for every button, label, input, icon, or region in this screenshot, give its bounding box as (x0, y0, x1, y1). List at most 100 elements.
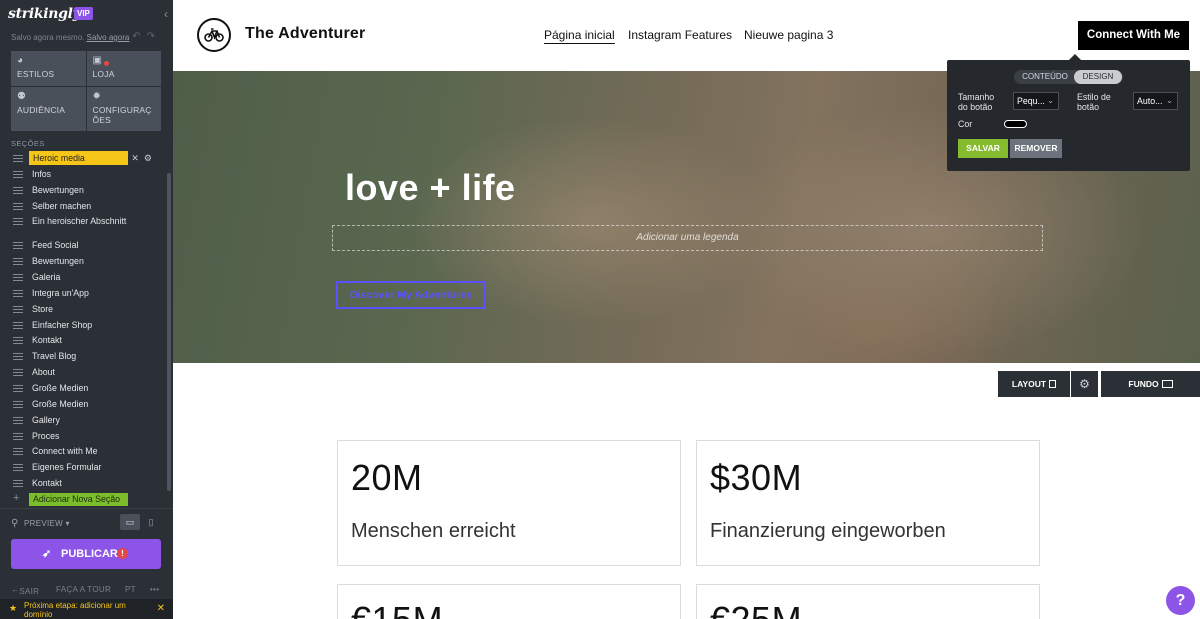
section-item[interactable]: Travel Blog (0, 349, 166, 365)
site-title[interactable]: The Adventurer (245, 25, 365, 43)
section-list-scrollbar[interactable] (167, 173, 171, 491)
settings-button[interactable]: ✹ CONFIGURAÇ ÕES (86, 86, 161, 131)
section-item[interactable]: Infos (0, 167, 166, 183)
nav-instagram-features[interactable]: Instagram Features (628, 28, 732, 42)
section-item[interactable]: Gallery (0, 413, 166, 429)
star-icon: ★ (9, 603, 18, 613)
section-item[interactable]: Ein heroischer Abschnitt (0, 214, 166, 238)
section-item[interactable]: Store (0, 302, 166, 318)
drag-handle-icon[interactable] (13, 202, 23, 210)
save-button[interactable]: SALVAR (958, 139, 1008, 158)
hero-title[interactable]: love + life (345, 167, 516, 209)
tab-design[interactable]: DESIGN (1074, 70, 1122, 84)
collapse-sidebar-icon[interactable]: ‹ (164, 7, 168, 21)
section-item[interactable]: Große Medien (0, 381, 166, 397)
layout-button[interactable]: LAYOUT (998, 371, 1070, 397)
drag-handle-icon[interactable] (13, 480, 23, 488)
drag-handle-icon[interactable] (13, 170, 23, 178)
nav-home[interactable]: Página inicial (544, 28, 615, 44)
drag-handle-icon[interactable] (13, 321, 23, 329)
stat-card[interactable]: €15M (337, 584, 681, 619)
layout-label: LAYOUT (1011, 379, 1047, 389)
drag-handle-icon[interactable] (13, 448, 23, 456)
drag-handle-icon[interactable] (13, 274, 23, 282)
add-section-button[interactable]: + Adicionar Nova Seção (0, 492, 166, 506)
drag-handle-icon[interactable] (13, 305, 23, 313)
delete-section-icon[interactable]: ✕ (131, 153, 144, 163)
tab-content[interactable]: CONTEÚDO (1016, 70, 1074, 84)
section-item[interactable]: Feed Social (0, 238, 166, 254)
drag-handle-icon[interactable] (13, 337, 23, 345)
drag-handle-icon[interactable] (13, 186, 23, 194)
next-step-banner[interactable]: ★ Próxima etapa: adicionar um domínio ✕ (0, 599, 173, 619)
button-style-select[interactable]: Auto... ⌄ (1133, 92, 1178, 110)
drag-handle-icon[interactable] (13, 464, 23, 472)
section-item[interactable]: About (0, 365, 166, 381)
section-item[interactable]: Große Medien (0, 397, 166, 413)
rocket-icon: ➶ (42, 548, 52, 560)
styles-button[interactable]: ◕ ESTILOS (11, 51, 86, 86)
section-list: Heroic media ✕⚙ Infos Bewertungen Selber… (0, 151, 166, 492)
section-item[interactable]: Selber machen (0, 199, 166, 215)
drag-handle-icon[interactable] (13, 289, 23, 297)
drag-handle-icon[interactable] (13, 384, 23, 392)
exit-label: SAIR (19, 587, 40, 596)
language-link[interactable]: PT (125, 585, 136, 594)
hero-button[interactable]: Discover My Adventures (336, 281, 486, 309)
color-swatch[interactable] (1004, 120, 1027, 128)
section-item[interactable]: Galeria (0, 270, 166, 286)
more-options-icon[interactable]: ••• (150, 585, 159, 594)
section-item[interactable]: Kontakt (0, 476, 166, 492)
drag-handle-icon[interactable] (13, 432, 23, 440)
section-label: Store (32, 303, 54, 314)
connect-with-me-button[interactable]: Connect With Me (1078, 21, 1189, 50)
bicycle-logo-icon[interactable] (197, 18, 231, 52)
remove-button[interactable]: REMOVER (1010, 139, 1062, 158)
drag-handle-icon[interactable] (13, 369, 23, 377)
help-button[interactable]: ? (1166, 586, 1195, 615)
drag-handle-icon[interactable] (13, 353, 23, 361)
audience-button[interactable]: ⚉ AUDIÊNCIA (11, 86, 86, 131)
nav-new-page-3[interactable]: Nieuwe pagina 3 (744, 28, 833, 42)
publish-button[interactable]: ➶ PUBLICAR ! (11, 539, 161, 569)
button-size-label: Tamanho do botão (958, 92, 995, 112)
stat-card[interactable]: €25M (696, 584, 1040, 619)
section-item[interactable]: Kontakt (0, 333, 166, 349)
section-item-heroic-media[interactable]: Heroic media ✕⚙ (0, 151, 166, 167)
section-item[interactable]: Proces (0, 429, 166, 445)
stat-card[interactable]: 20M Menschen erreicht (337, 440, 681, 566)
plus-icon: + (13, 492, 20, 504)
exit-link[interactable]: ← SAIR (11, 585, 39, 596)
drag-handle-icon[interactable] (13, 258, 23, 266)
section-settings-button[interactable]: ⚙ (1071, 371, 1098, 397)
section-item[interactable]: Bewertungen (0, 183, 166, 199)
chevron-down-icon: ⌄ (1047, 96, 1054, 105)
drag-handle-icon[interactable] (13, 155, 23, 162)
caption-input[interactable]: Adicionar uma legenda (332, 225, 1043, 251)
close-icon[interactable]: ✕ (157, 603, 165, 614)
section-item[interactable]: Bewertungen (0, 254, 166, 270)
preview-dropdown[interactable]: PREVIEW ▾ (24, 519, 70, 528)
background-button[interactable]: FUNDO (1101, 371, 1200, 397)
section-item[interactable]: Einfacher Shop (0, 318, 166, 334)
section-item[interactable]: Connect with Me (0, 444, 166, 460)
section-label: Ein heroischer Abschnitt (32, 216, 127, 227)
drag-handle-icon[interactable] (13, 416, 23, 424)
save-status-link[interactable]: Salvo agora (87, 33, 130, 42)
tour-link[interactable]: FAÇA A TOUR (56, 585, 111, 594)
section-settings-icon[interactable]: ⚙ (144, 153, 157, 163)
search-icon[interactable]: ⚲ (11, 518, 18, 529)
stat-card[interactable]: $30M Finanzierung eingeworben (696, 440, 1040, 566)
section-item[interactable]: Eigenes Formular (0, 460, 166, 476)
button-size-select[interactable]: Pequ... ⌄ (1013, 92, 1059, 110)
layout-icon (1049, 380, 1057, 388)
section-item[interactable]: Integra un'App (0, 286, 166, 302)
desktop-view-icon[interactable]: ▭ (120, 514, 140, 530)
drag-handle-icon[interactable] (13, 218, 23, 226)
mobile-view-icon[interactable]: ▯ (145, 514, 157, 530)
store-button[interactable]: ▣ LOJA (86, 51, 161, 86)
redo-icon[interactable]: ↷ (147, 31, 161, 42)
drag-handle-icon[interactable] (13, 400, 23, 408)
drag-handle-icon[interactable] (13, 242, 23, 250)
undo-icon[interactable]: ↶ (132, 31, 146, 42)
